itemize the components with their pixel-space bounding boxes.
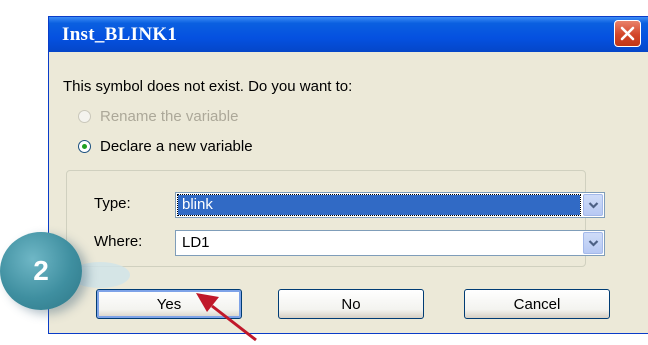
pointer-arrow [196,293,257,342]
